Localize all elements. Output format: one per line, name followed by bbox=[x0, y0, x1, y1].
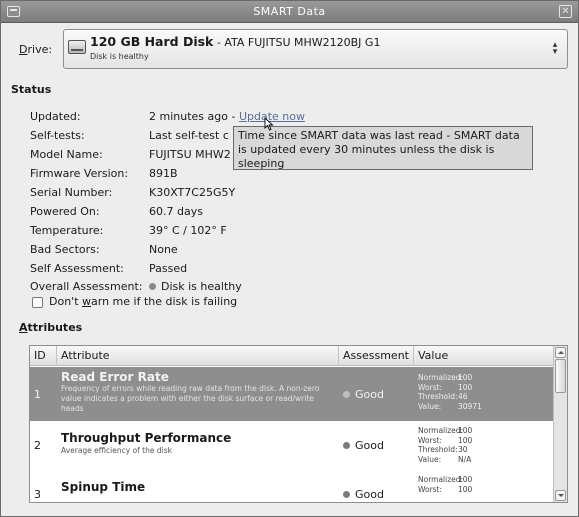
drive-label: Drive: bbox=[19, 43, 53, 56]
drive-health-subtitle: Disk is healthy bbox=[90, 52, 149, 61]
table-header: ID Attribute Assessment Value bbox=[30, 346, 553, 366]
serial-number-label: Serial Number: bbox=[30, 186, 113, 199]
model-name-label: Model Name: bbox=[30, 148, 103, 161]
attribute-assessment: Good bbox=[343, 488, 384, 501]
attribute-values: Normalized:100 Worst: 100 Threshold:30 Va… bbox=[418, 426, 473, 464]
firmware-version-value: 891B bbox=[149, 167, 178, 180]
assessment-status-icon bbox=[343, 490, 350, 498]
assessment-status-icon bbox=[343, 441, 350, 449]
attribute-name: Throughput Performance bbox=[61, 431, 232, 445]
attribute-id: 3 bbox=[34, 488, 41, 501]
updated-tooltip: Time since SMART data was last read - SM… bbox=[233, 126, 533, 170]
attributes-heading: Attributes bbox=[19, 321, 83, 334]
table-row[interactable]: 1 Read Error Rate Frequency of errors wh… bbox=[30, 367, 553, 421]
powered-on-value: 60.7 days bbox=[149, 205, 203, 218]
scroll-thumb[interactable] bbox=[555, 359, 566, 393]
self-tests-value: Last self-test c bbox=[149, 129, 229, 142]
scroll-down-icon[interactable] bbox=[555, 490, 566, 501]
attribute-assessment: Good bbox=[343, 439, 384, 452]
health-status-icon bbox=[149, 282, 156, 290]
hard-disk-icon bbox=[68, 40, 86, 54]
powered-on-label: Powered On: bbox=[30, 205, 100, 218]
window-title: SMART Data bbox=[253, 5, 326, 18]
vertical-scrollbar[interactable] bbox=[553, 346, 567, 502]
overall-assessment-value: Disk is healthy bbox=[149, 280, 242, 293]
attribute-name: Spinup Time bbox=[61, 480, 146, 494]
attribute-id: 2 bbox=[34, 439, 41, 452]
mouse-pointer-icon bbox=[264, 117, 274, 131]
bad-sectors-value: None bbox=[149, 243, 178, 256]
self-assessment-label: Self Assessment: bbox=[30, 262, 124, 275]
overall-assessment-label: Overall Assessment: bbox=[30, 280, 143, 293]
attributes-table[interactable]: ID Attribute Assessment Value 1 Read Err… bbox=[29, 345, 568, 503]
attribute-name: Read Error Rate bbox=[61, 370, 169, 384]
attribute-values: Normalized:100 Worst: 100 bbox=[418, 475, 473, 494]
warn-if-failing-label[interactable]: Don't warn me if the disk is failing bbox=[49, 295, 237, 308]
status-heading: Status bbox=[11, 83, 52, 96]
column-header-id[interactable]: ID bbox=[30, 346, 57, 366]
title-bar[interactable]: SMART Data ✕ bbox=[1, 1, 578, 23]
updated-label: Updated: bbox=[30, 110, 81, 123]
drive-selector[interactable]: 120 GB Hard Disk - ATA FUJITSU MHW2120BJ… bbox=[63, 29, 568, 69]
serial-number-value: K30XT7C25G5Y bbox=[149, 186, 236, 199]
drive-name: 120 GB Hard Disk - ATA FUJITSU MHW2120BJ… bbox=[90, 34, 381, 49]
table-row[interactable]: 2 Throughput Performance Average efficie… bbox=[30, 422, 553, 470]
attribute-values: Normalized:100 Worst: 100 Threshold:46 Va… bbox=[418, 373, 482, 411]
temperature-label: Temperature: bbox=[30, 224, 104, 237]
assessment-status-icon bbox=[343, 390, 350, 398]
close-icon[interactable]: ✕ bbox=[559, 5, 572, 18]
self-assessment-value: Passed bbox=[149, 262, 188, 275]
bad-sectors-label: Bad Sectors: bbox=[30, 243, 100, 256]
column-header-attribute[interactable]: Attribute bbox=[57, 346, 339, 366]
table-row[interactable]: 3 Spinup Time Good Normalized:100 Worst:… bbox=[30, 471, 553, 502]
temperature-value: 39° C / 102° F bbox=[149, 224, 227, 237]
firmware-version-label: Firmware Version: bbox=[30, 167, 129, 180]
updown-arrows-icon: ▴ ▾ bbox=[552, 40, 558, 57]
attribute-assessment: Good bbox=[343, 388, 384, 401]
smart-data-window: SMART Data ✕ Drive: 120 GB Hard Disk - A… bbox=[0, 0, 579, 517]
attribute-description: Frequency of errors while reading raw da… bbox=[61, 384, 320, 413]
warn-if-failing-checkbox[interactable] bbox=[32, 297, 43, 308]
attribute-description: Average efficiency of the disk bbox=[61, 446, 172, 455]
column-header-assessment[interactable]: Assessment bbox=[339, 346, 414, 366]
scroll-up-icon[interactable] bbox=[555, 347, 566, 358]
self-tests-label: Self-tests: bbox=[30, 129, 85, 142]
model-name-value: FUJITSU MHW2 bbox=[149, 148, 231, 161]
attribute-id: 1 bbox=[34, 388, 41, 401]
updated-value: 2 minutes ago - Update now bbox=[149, 110, 305, 123]
column-header-value[interactable]: Value bbox=[414, 346, 553, 366]
